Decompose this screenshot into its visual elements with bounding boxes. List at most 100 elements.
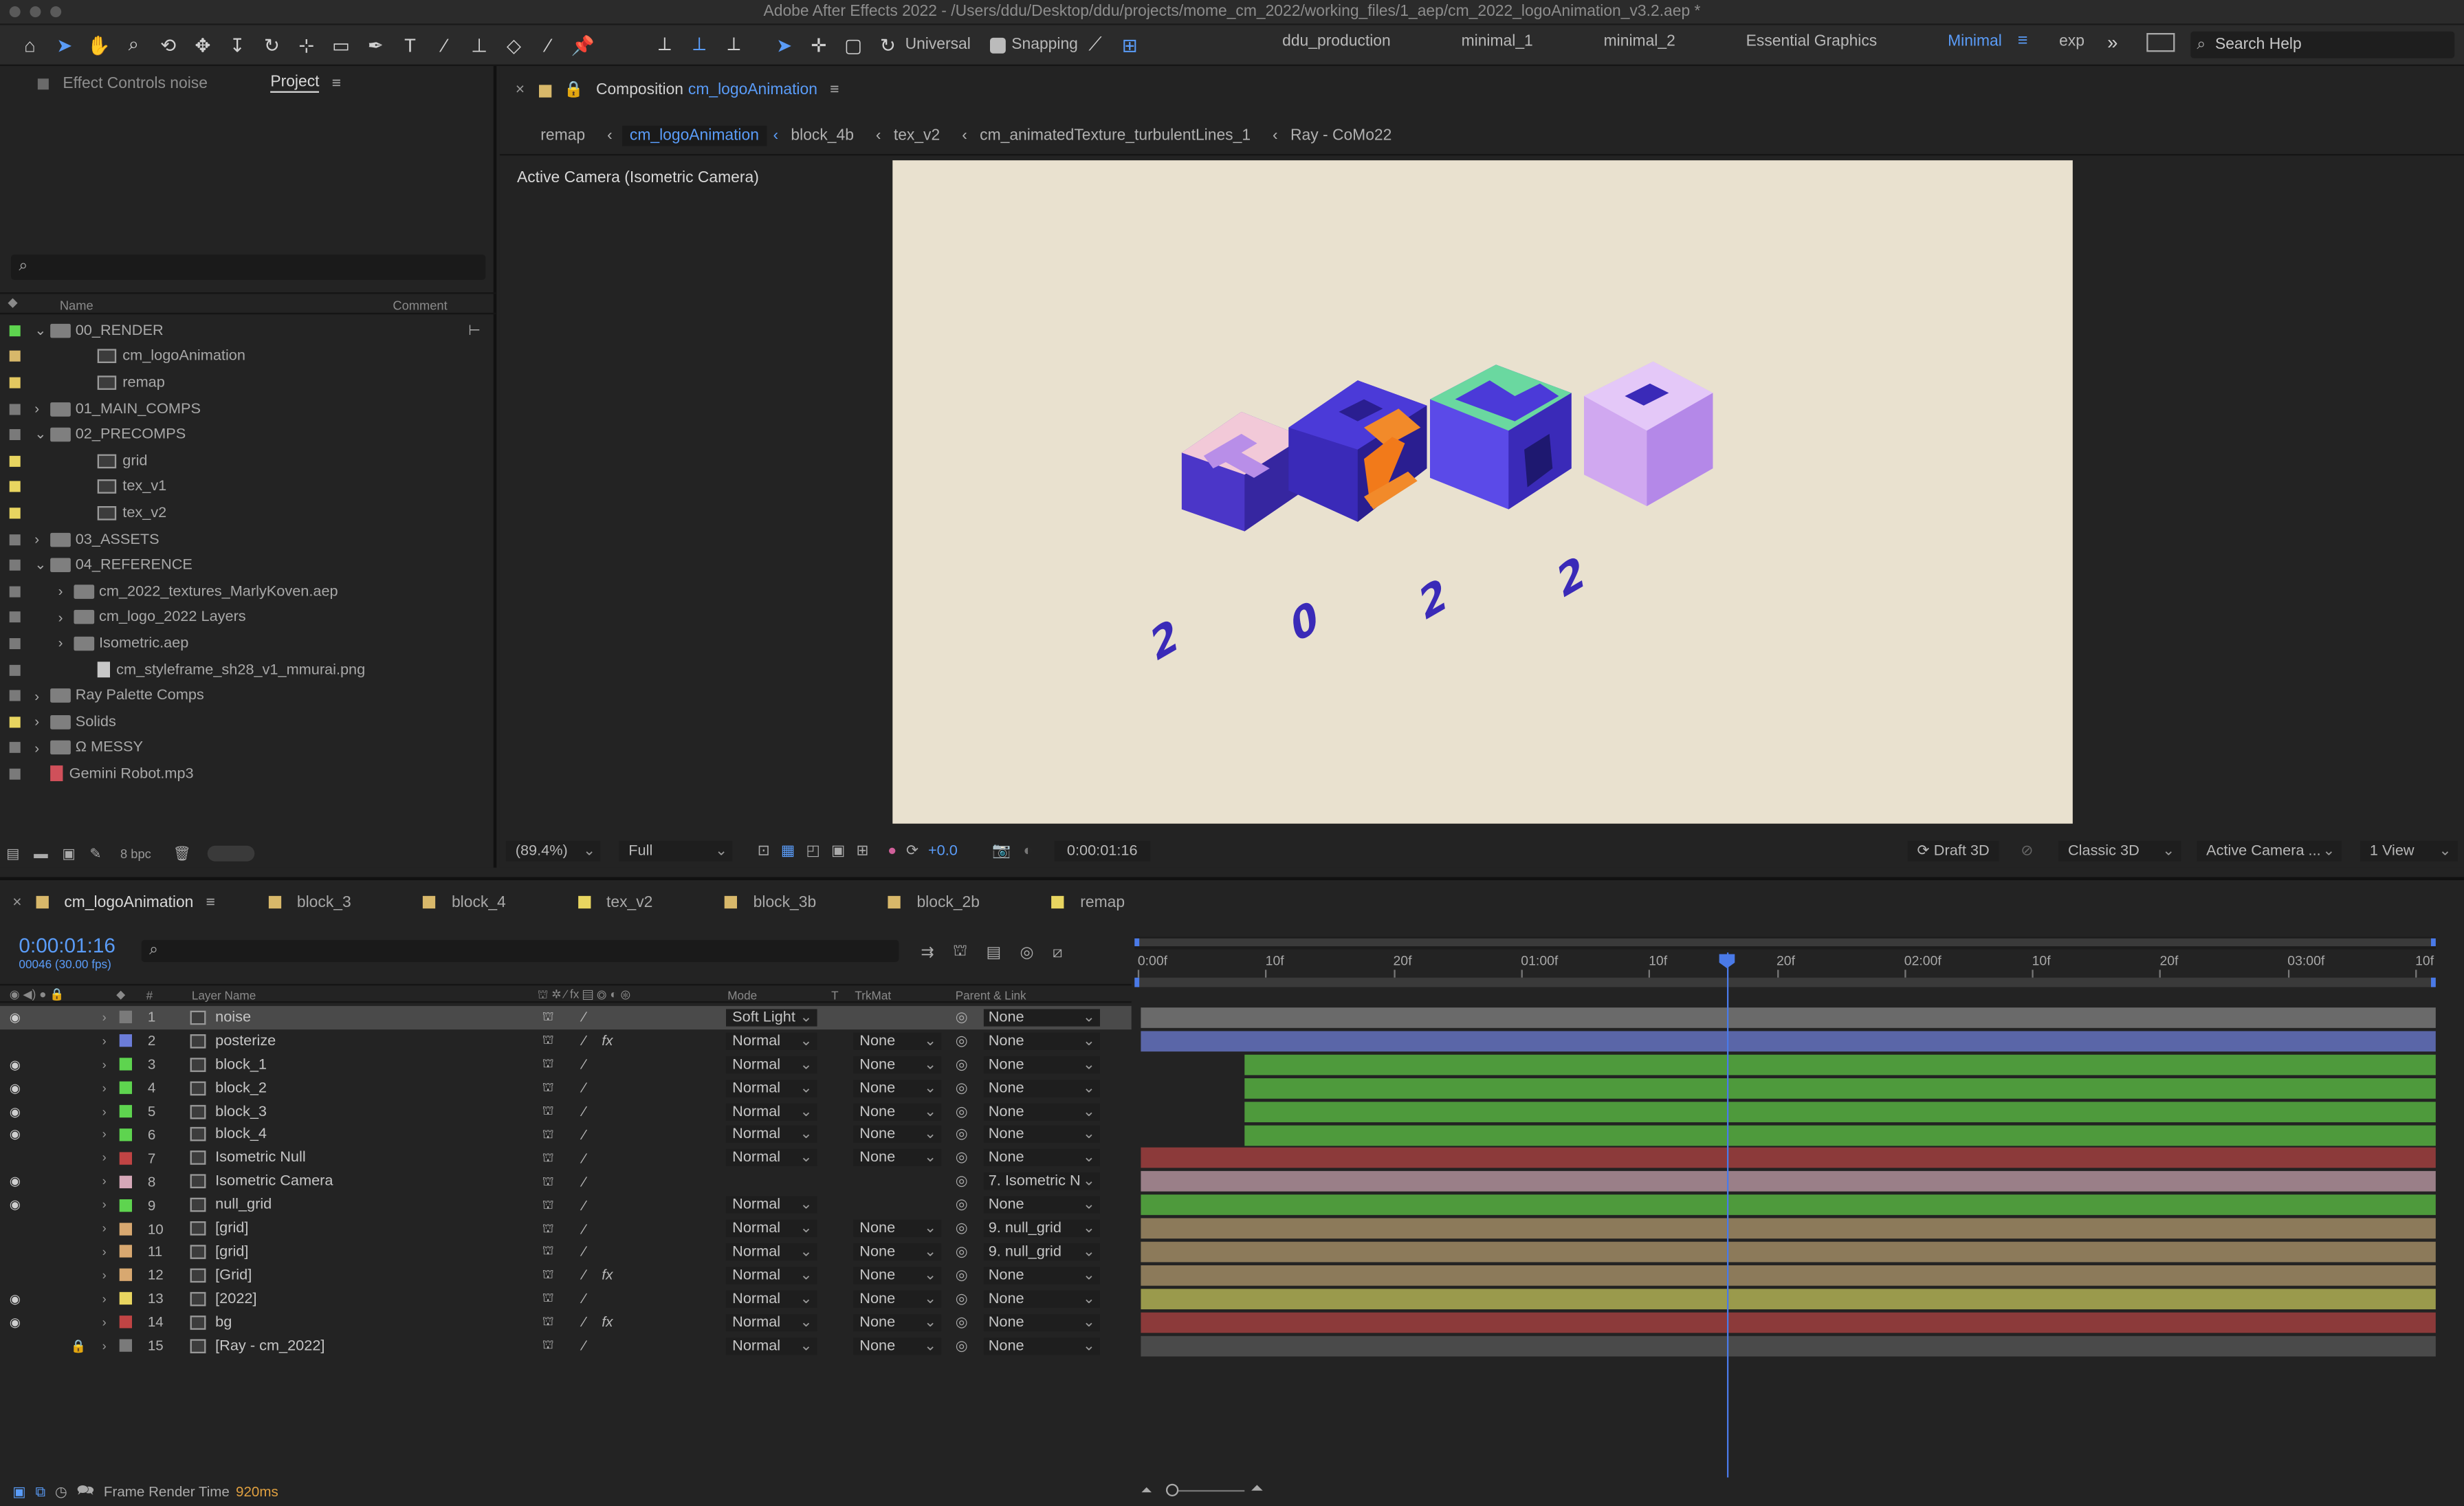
layer-row[interactable]: ◉ › 9 null_grid ⛫ ∕ Normal ⌄ ◎ None ⌄ — [0, 1193, 1132, 1216]
project-item[interactable]: ⌄ 02_PRECOMPS — [0, 422, 496, 448]
fx-switch-icon[interactable]: fx — [602, 1033, 613, 1049]
shy-switch-icon[interactable]: ⛫ — [542, 1174, 554, 1190]
pan-camera-icon[interactable]: ✥ — [186, 28, 220, 62]
work-area-bar[interactable] — [1134, 937, 2436, 950]
time-ruler[interactable]: 0:00f 10f 20f 01:00f 10f 20f 02:00f 10f 20f 03:00… — [1137, 952, 2436, 981]
quality-switch-icon[interactable]: ∕ — [583, 1291, 585, 1307]
layer-name[interactable]: posterize — [215, 1032, 276, 1049]
chevron-right-icon[interactable]: › — [102, 1128, 107, 1142]
project-item[interactable]: › Isometric.aep — [0, 631, 496, 657]
layer-label-color[interactable] — [119, 1339, 132, 1352]
chevron-right-icon[interactable]: › — [34, 401, 50, 417]
label-color-swatch[interactable] — [9, 534, 21, 545]
type-tool-icon[interactable]: T — [393, 28, 427, 62]
blend-mode-select[interactable]: Normal ⌄ — [725, 1243, 817, 1261]
chevron-right-icon[interactable]: › — [102, 1011, 107, 1025]
layer-name[interactable]: [Grid] — [215, 1267, 252, 1284]
layer-row[interactable]: ◉ › 5 block_3 ⛫ ∕ Normal ⌄ None ⌄ ◎ None ⌄ — [0, 1100, 1132, 1123]
layer-label-color[interactable] — [119, 1316, 132, 1329]
interpret-footage-icon[interactable]: ▤ — [6, 845, 19, 862]
zoom-out-icon[interactable]: ⏶ — [1141, 1482, 1152, 1499]
visibility-eye-icon[interactable]: ◉ — [10, 1104, 21, 1119]
chevron-right-icon[interactable]: › — [58, 610, 74, 626]
chevron-right-icon[interactable]: › — [102, 1198, 107, 1212]
playhead[interactable] — [1726, 952, 1729, 1478]
zoom-slider-thumb[interactable] — [1165, 1483, 1179, 1496]
label-color-swatch[interactable] — [9, 429, 21, 441]
project-item[interactable]: › cm_2022_textures_MarlyKoven.aep — [0, 578, 496, 604]
project-item[interactable]: cm_logoAnimation — [0, 344, 496, 370]
project-item[interactable]: › Ω MESSY — [0, 735, 496, 761]
layer-row[interactable]: 🔒 › 15 [Ray - cm_2022] ⛫ ∕ Normal ⌄ None ⌄ ◎ None ⌄ — [0, 1334, 1132, 1357]
quality-switch-icon[interactable]: ∕ — [583, 1244, 585, 1260]
quality-switch-icon[interactable]: ∕ — [583, 1221, 585, 1236]
layer-duration-bar[interactable] — [1141, 1335, 2436, 1356]
chevron-right-icon[interactable]: › — [102, 1034, 107, 1049]
layer-switches-toggle-icon[interactable]: ▣ — [12, 1483, 25, 1500]
layer-row[interactable]: › 10 [grid] ⛫ ∕ Normal ⌄ None ⌄ ◎ 9. null_grid ⌄ — [0, 1216, 1132, 1240]
tab-effect-controls[interactable]: Effect Controls noise — [63, 75, 207, 92]
composition-flowchart-icon[interactable]: ⇉ — [921, 945, 934, 962]
blend-mode-select[interactable]: Normal ⌄ — [725, 1032, 817, 1050]
pan-behind-icon[interactable]: ⊹ — [289, 28, 324, 62]
label-color-swatch[interactable] — [9, 455, 21, 467]
timeline-tab[interactable]: block_2b — [888, 893, 980, 911]
tab-menu-icon[interactable]: ≡ — [206, 893, 215, 910]
view-layout-select[interactable]: 1 View ⌄ — [2360, 840, 2458, 861]
pickwhip-icon[interactable]: ◎ — [956, 1337, 968, 1354]
layer-row[interactable]: › 12 [Grid] ⛫ ∕ fx Normal ⌄ None ⌄ ◎ None ⌄ — [0, 1263, 1132, 1287]
blend-mode-select[interactable]: Normal ⌄ — [725, 1313, 817, 1331]
zoom-in-icon[interactable]: ⏶ — [1251, 1481, 1263, 1498]
thumbnail-slider[interactable] — [206, 845, 254, 862]
project-item[interactable]: grid — [0, 448, 496, 474]
layer-duration-bar[interactable] — [1244, 1124, 2436, 1146]
shy-switch-icon[interactable]: ⛫ — [542, 1080, 554, 1096]
label-color-swatch[interactable] — [9, 481, 21, 493]
timeline-tab[interactable]: remap — [1052, 893, 1125, 911]
lock-icon[interactable]: 🔒 — [564, 82, 583, 99]
pickwhip-icon[interactable]: ◎ — [956, 1290, 968, 1307]
blend-mode-select[interactable]: Normal ⌄ — [725, 1079, 817, 1097]
parent-select[interactable]: None ⌄ — [983, 1032, 1100, 1050]
project-item[interactable]: Gemini Robot.mp3 — [0, 761, 496, 787]
layer-label-color[interactable] — [119, 1081, 132, 1095]
breadcrumb-tex-v2[interactable]: tex_v2 — [894, 127, 940, 144]
local-axis-icon[interactable]: ⟂ — [648, 28, 682, 62]
parent-select[interactable]: None ⌄ — [983, 1009, 1100, 1027]
workspace-minimal[interactable]: Minimal — [1932, 32, 2017, 50]
layer-name[interactable]: noise — [215, 1009, 251, 1026]
shy-layers-icon[interactable]: ⛫ — [953, 943, 967, 963]
layer-duration-bar[interactable] — [1244, 1078, 2436, 1098]
home-icon[interactable]: ⌂ — [12, 28, 47, 62]
layer-row[interactable]: ◉ › 8 Isometric Camera ⛫ ∕ ◎ 7. Isometric N ⌄ — [0, 1170, 1132, 1193]
layer-name[interactable]: [2022] — [215, 1290, 256, 1307]
quality-switch-icon[interactable]: ∕ — [583, 1057, 585, 1073]
universal-rotate-icon[interactable]: ↻ — [870, 28, 905, 62]
visibility-eye-icon[interactable]: ◉ — [10, 1011, 21, 1025]
composition-tab[interactable]: × 🔒 Composition cm_logoAnimation ≡ — [516, 82, 839, 99]
quality-switch-icon[interactable]: ∕ — [583, 1150, 585, 1166]
parent-select[interactable]: 9. null_grid ⌄ — [983, 1219, 1100, 1237]
quality-switch-icon[interactable]: ∕ — [583, 1338, 585, 1353]
layer-duration-bar[interactable] — [1141, 1311, 2436, 1333]
pickwhip-icon[interactable]: ◎ — [956, 1032, 968, 1049]
timeline-search-input[interactable]: ⌕ — [141, 939, 899, 962]
project-item[interactable]: › Solids — [0, 709, 496, 735]
layer-label-color[interactable] — [119, 1034, 132, 1048]
pickwhip-icon[interactable]: ◎ — [956, 1009, 968, 1026]
parent-select[interactable]: 9. null_grid ⌄ — [983, 1243, 1100, 1261]
chevron-down-icon[interactable]: ⌄ — [34, 426, 50, 444]
magnification-select[interactable]: (89.4%) ⌄ — [505, 840, 601, 861]
layer-name[interactable]: Isometric Camera — [215, 1173, 333, 1190]
pickwhip-icon[interactable]: ◎ — [956, 1056, 968, 1073]
layer-label-color[interactable] — [119, 1269, 132, 1282]
quality-switch-icon[interactable]: ∕ — [583, 1174, 585, 1190]
layer-label-color[interactable] — [119, 1104, 132, 1118]
workspace-exp[interactable]: exp — [2043, 32, 2100, 50]
label-color-swatch[interactable] — [9, 690, 21, 701]
layer-name[interactable]: Isometric Null — [215, 1150, 306, 1167]
layer-duration-bar[interactable] — [1141, 1171, 2436, 1192]
layer-row[interactable]: ◉ › 13 [2022] ⛫ ∕ Normal ⌄ None ⌄ ◎ None ⌄ — [0, 1287, 1132, 1311]
blend-mode-select[interactable]: Normal ⌄ — [725, 1149, 817, 1167]
parent-select[interactable]: None ⌄ — [983, 1056, 1100, 1073]
